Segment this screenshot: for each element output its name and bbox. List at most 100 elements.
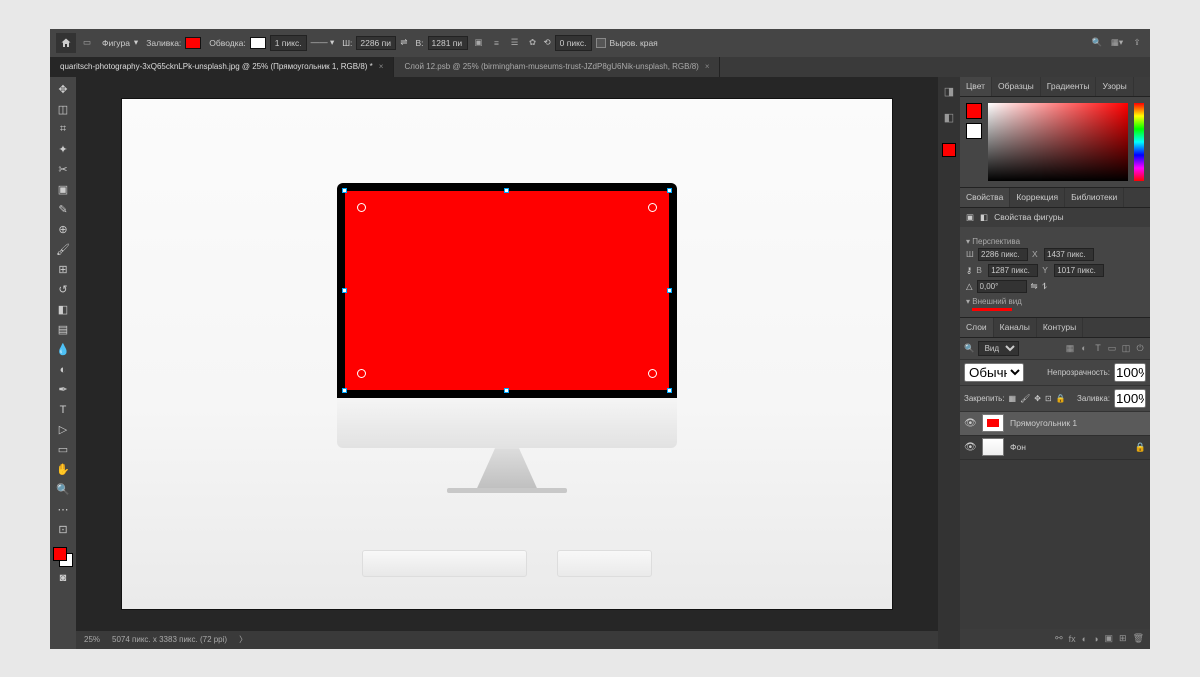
- transform-section[interactable]: ▾ Перспектива: [966, 237, 1144, 246]
- lock-trans-icon[interactable]: ▦: [1009, 394, 1017, 403]
- corner-radius-handle[interactable]: [357, 203, 366, 212]
- share-icon[interactable]: ⇪: [1130, 36, 1144, 50]
- dock-icon[interactable]: ◧: [942, 111, 956, 125]
- fill-input[interactable]: [1114, 389, 1146, 408]
- layer-row[interactable]: 👁 Прямоугольник 1: [960, 412, 1150, 436]
- stroke-swatch[interactable]: [250, 37, 266, 49]
- transform-handle[interactable]: [667, 388, 672, 393]
- transform-handle[interactable]: [342, 188, 347, 193]
- canvas[interactable]: [122, 99, 892, 609]
- filter-select[interactable]: Вид: [978, 341, 1019, 356]
- layer-thumb[interactable]: [982, 438, 1004, 456]
- pen-tool[interactable]: ✒: [53, 381, 73, 399]
- rectangle-shape[interactable]: [345, 191, 669, 390]
- trash-icon[interactable]: 🗑: [1133, 633, 1144, 644]
- blend-mode-select[interactable]: Обычные: [964, 363, 1024, 382]
- align-icon[interactable]: ≡: [490, 36, 504, 50]
- path-select-tool[interactable]: ▷: [53, 421, 73, 439]
- gradient-tool[interactable]: ▤: [53, 321, 73, 339]
- align-edges-checkbox[interactable]: [596, 38, 606, 48]
- transform-handle[interactable]: [504, 388, 509, 393]
- transform-handle[interactable]: [504, 188, 509, 193]
- filter-shape-icon[interactable]: ▭: [1106, 342, 1118, 354]
- angle-input[interactable]: [977, 280, 1027, 293]
- opacity-input[interactable]: [1114, 363, 1146, 382]
- link-layers-icon[interactable]: ⚯: [1055, 633, 1063, 644]
- search-icon[interactable]: 🔍: [1090, 36, 1104, 50]
- flip-v-icon[interactable]: ⥮: [1042, 281, 1048, 292]
- channels-tab[interactable]: Каналы: [994, 318, 1037, 337]
- document-tab-inactive[interactable]: Слой 12.psb @ 25% (birmingham-museums-tr…: [394, 57, 720, 77]
- blur-tool[interactable]: 💧: [53, 341, 73, 359]
- layer-name[interactable]: Фон: [1010, 442, 1026, 452]
- lock-all-icon[interactable]: 🔒: [1056, 394, 1066, 403]
- move-tool[interactable]: ✥: [53, 81, 73, 99]
- filter-toggle-icon[interactable]: ⏻: [1134, 342, 1146, 354]
- frame-tool[interactable]: ▣: [53, 181, 73, 199]
- zoom-tool[interactable]: 🔍: [53, 481, 73, 499]
- transform-handle[interactable]: [342, 288, 347, 293]
- link-wh-icon[interactable]: ⇌: [400, 37, 407, 48]
- settings-icon[interactable]: ✿: [526, 36, 540, 50]
- link-icon[interactable]: ⚷: [966, 265, 972, 276]
- adjustment-icon[interactable]: ◑: [1093, 634, 1098, 644]
- transform-handle[interactable]: [667, 188, 672, 193]
- bg-swatch[interactable]: [966, 123, 982, 139]
- color-picker[interactable]: [53, 547, 73, 567]
- height-input[interactable]: [988, 264, 1038, 277]
- arrange-icon[interactable]: ☰: [508, 36, 522, 50]
- close-icon[interactable]: ×: [705, 62, 710, 71]
- stroke-width[interactable]: 1 пикс.: [270, 35, 307, 51]
- search-icon[interactable]: 🔍: [964, 343, 975, 354]
- corner-radius-handle[interactable]: [357, 369, 366, 378]
- radius-input[interactable]: 0 пикс.: [555, 35, 592, 51]
- lock-paint-icon[interactable]: 🖌: [1020, 394, 1030, 403]
- dock-swatch[interactable]: [942, 143, 956, 157]
- shape-tool-icon[interactable]: ▭: [80, 36, 94, 50]
- dodge-tool[interactable]: ◐: [53, 361, 73, 379]
- group-icon[interactable]: ▣: [1105, 633, 1114, 644]
- history-brush-tool[interactable]: ↺: [53, 281, 73, 299]
- hand-tool[interactable]: ✋: [53, 461, 73, 479]
- filter-type-icon[interactable]: T: [1092, 342, 1104, 354]
- visibility-icon[interactable]: 👁: [964, 418, 976, 429]
- home-button[interactable]: [56, 33, 76, 53]
- libraries-tab[interactable]: Библиотеки: [1065, 188, 1124, 207]
- transform-handle[interactable]: [342, 388, 347, 393]
- properties-tab[interactable]: Свойства: [960, 188, 1010, 207]
- lock-pos-icon[interactable]: ✥: [1034, 394, 1041, 403]
- quick-mask-icon[interactable]: ◙: [53, 569, 73, 587]
- paths-tab[interactable]: Контуры: [1037, 318, 1083, 337]
- close-icon[interactable]: ×: [379, 62, 384, 71]
- transform-handle[interactable]: [667, 288, 672, 293]
- healing-tool[interactable]: ⊕: [53, 221, 73, 239]
- appearance-fill[interactable]: [972, 308, 1012, 311]
- document-tab-active[interactable]: quaritsch-photography-3xQ65cknLPk-unspla…: [50, 57, 394, 77]
- swatches-tab[interactable]: Образцы: [992, 77, 1041, 96]
- workspace-icon[interactable]: ▦▾: [1110, 36, 1124, 50]
- corner-radius-handle[interactable]: [648, 203, 657, 212]
- more-icon[interactable]: ⋯: [53, 501, 73, 519]
- layers-tab[interactable]: Слои: [960, 318, 994, 337]
- y-input[interactable]: [1054, 264, 1104, 277]
- doc-dimensions[interactable]: 5074 пикс. x 3383 пикс. (72 ppi): [112, 635, 227, 644]
- width-input[interactable]: [356, 36, 396, 50]
- eyedropper-tool[interactable]: ✎: [53, 201, 73, 219]
- corner-radius-handle[interactable]: [648, 369, 657, 378]
- layer-thumb[interactable]: [982, 414, 1004, 432]
- visibility-icon[interactable]: 👁: [964, 442, 976, 453]
- layer-row[interactable]: 👁 Фон 🔒: [960, 436, 1150, 460]
- color-field[interactable]: [988, 103, 1128, 181]
- eraser-tool[interactable]: ◧: [53, 301, 73, 319]
- filter-smart-icon[interactable]: ◫: [1120, 342, 1132, 354]
- wand-tool[interactable]: ✦: [53, 141, 73, 159]
- new-layer-icon[interactable]: ⊞: [1119, 633, 1127, 644]
- edit-toolbar-icon[interactable]: ⊡: [53, 521, 73, 539]
- lock-icon[interactable]: 🔒: [1135, 442, 1146, 453]
- dock-icon[interactable]: ◨: [942, 85, 956, 99]
- adjustments-tab[interactable]: Коррекция: [1010, 188, 1065, 207]
- filter-pixel-icon[interactable]: ▦: [1064, 342, 1076, 354]
- brush-tool[interactable]: 🖌: [53, 241, 73, 259]
- zoom-level[interactable]: 25%: [84, 635, 100, 644]
- mask-icon[interactable]: ◐: [1082, 634, 1087, 644]
